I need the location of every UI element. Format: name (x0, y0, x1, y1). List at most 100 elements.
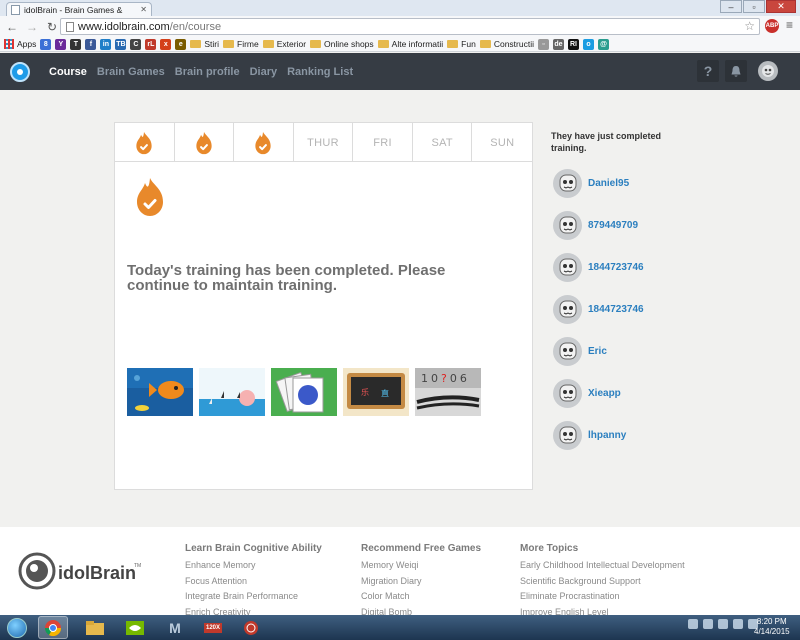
bookmark-site[interactable]: f (85, 38, 97, 50)
back-icon[interactable]: ← (6, 20, 18, 34)
file-explorer-icon[interactable] (80, 616, 110, 639)
footer-link[interactable]: Enhance Memory (185, 560, 322, 576)
volume-icon[interactable] (733, 619, 743, 629)
reload-icon[interactable]: ↻ (46, 20, 58, 34)
nav-link-brain-profile[interactable]: Brain profile (175, 66, 240, 78)
footer-logo[interactable]: idolBrain TM (16, 551, 146, 591)
color-cards-game-thumbnail[interactable] (271, 368, 337, 416)
footer-link[interactable]: Early Childhood Intellectual Development (520, 560, 685, 576)
120x-app-icon[interactable]: 120X (198, 616, 228, 639)
maximize-icon[interactable]: ▫ (743, 0, 765, 13)
day-label: THUR (294, 123, 354, 162)
address-bar[interactable]: www.idolbrain.com/en/course ☆ (60, 18, 760, 35)
main-nav: Course Brain Games Brain profile Diary Ranki… (49, 53, 353, 90)
bookmark-site[interactable]: C (130, 38, 142, 50)
user-name-link[interactable]: lhpanny (588, 430, 626, 441)
footer-link[interactable]: Color Match (361, 591, 481, 607)
user-name-link[interactable]: 1844723746 (588, 304, 644, 315)
recent-user-row: 1844723746 (553, 246, 644, 288)
bookmark-apps[interactable]: Apps (4, 39, 36, 49)
recent-user-list: Daniel95 879449709 1844723746 1844723746 Eri… (553, 162, 644, 456)
bookmark-site[interactable]: o (582, 38, 594, 50)
footer-link[interactable]: Eliminate Procrastination (520, 591, 685, 607)
nvidia-icon[interactable] (120, 616, 150, 639)
fish-game-thumbnail[interactable] (127, 368, 193, 416)
site-favicon-icon: ▫ (537, 38, 549, 50)
user-avatar-icon[interactable] (553, 336, 582, 366)
notification-bell-icon[interactable] (725, 60, 747, 82)
user-avatar-icon[interactable] (553, 210, 582, 240)
user-name-link[interactable]: 879449709 (588, 220, 638, 231)
browser-tab[interactable]: idolBrain - Brain Games & ✕ (6, 2, 152, 16)
globe-app-icon[interactable] (236, 616, 266, 639)
user-avatar-icon[interactable] (553, 378, 582, 408)
user-name-link[interactable]: Daniel95 (588, 178, 629, 189)
user-avatar-icon[interactable] (553, 252, 582, 282)
bookmark-site[interactable]: 8 (40, 38, 52, 50)
site-favicon-icon: T (70, 38, 82, 50)
bookmark-site[interactable]: Y (55, 38, 67, 50)
tab-close-icon[interactable]: ✕ (140, 5, 147, 14)
bookmark-folder[interactable]: Alte informatii (377, 39, 443, 49)
bookmark-folder[interactable]: Fun (447, 39, 476, 49)
boats-game-thumbnail[interactable] (199, 368, 265, 416)
user-name-link[interactable]: 1844723746 (588, 262, 644, 273)
site-footer: idolBrain TM Learn Brain Cognitive Abili… (0, 527, 800, 617)
window-close-icon[interactable]: ✕ (766, 0, 796, 13)
bookmark-folder[interactable]: Online shops (310, 39, 374, 49)
bookmark-star-icon[interactable]: ☆ (744, 19, 755, 33)
bookmark-folder[interactable]: Firme (223, 39, 259, 49)
site-favicon-icon: C (130, 38, 142, 50)
bookmark-site[interactable]: RI (567, 38, 579, 50)
nav-link-course[interactable]: Course (49, 66, 87, 78)
footer-link[interactable]: Migration Diary (361, 576, 481, 592)
footer-heading: More Topics (520, 543, 579, 554)
user-avatar-icon[interactable] (553, 420, 582, 450)
adblock-icon[interactable]: ABP (765, 19, 779, 33)
user-name-link[interactable]: Xieapp (588, 388, 621, 399)
bookmark-folder[interactable]: Constructii (479, 39, 534, 49)
user-avatar[interactable] (758, 61, 778, 81)
folder-icon (310, 40, 322, 48)
tray-icon[interactable] (703, 619, 713, 629)
bookmark-site[interactable]: e (175, 38, 187, 50)
forward-icon[interactable]: → (26, 20, 38, 34)
bookmark-site[interactable]: TB (115, 38, 127, 50)
svg-text:10?06: 10?06 (421, 372, 470, 385)
bookmark-site[interactable]: x (160, 38, 172, 50)
user-avatar-icon[interactable] (553, 294, 582, 324)
browser-menu-icon[interactable]: ≡ (786, 18, 793, 32)
footer-heading: Learn Brain Cognitive Ability (185, 543, 322, 554)
footer-link[interactable]: Focus Attention (185, 576, 322, 592)
nav-link-diary[interactable]: Diary (250, 66, 278, 78)
help-icon[interactable]: ? (697, 60, 719, 82)
user-name-link[interactable]: Eric (588, 346, 607, 357)
site-logo-icon[interactable] (10, 62, 30, 82)
site-header: Course Brain Games Brain profile Diary Ranki… (0, 53, 800, 90)
bookmark-folder[interactable]: Stiri (190, 39, 219, 49)
chrome-taskbar-icon[interactable] (38, 616, 68, 639)
system-clock[interactable]: 8:20 PM 4/14/2015 (754, 617, 790, 637)
bookmark-site[interactable]: in (100, 38, 112, 50)
tab-title: idolBrain - Brain Games & (24, 4, 123, 15)
bookmark-site[interactable]: de (552, 38, 564, 50)
bookmark-label: Apps (17, 39, 37, 49)
chalkboard-game-thumbnail[interactable]: 乐 直 (343, 368, 409, 416)
bookmark-site[interactable]: @ (597, 38, 609, 50)
bookmark-site[interactable]: ▫ (537, 38, 549, 50)
minimize-icon[interactable]: – (720, 0, 742, 13)
footer-link[interactable]: Scientific Background Support (520, 576, 685, 592)
footer-link[interactable]: Integrate Brain Performance (185, 591, 322, 607)
nav-link-brain-games[interactable]: Brain Games (97, 66, 165, 78)
number-memory-game-thumbnail[interactable]: 10?06 (415, 368, 481, 416)
m-app-icon[interactable]: M (160, 616, 190, 639)
user-avatar-icon[interactable] (553, 168, 582, 198)
nav-link-ranking-list[interactable]: Ranking List (287, 66, 353, 78)
footer-link[interactable]: Memory Weiqi (361, 560, 481, 576)
start-button[interactable] (3, 615, 31, 640)
bookmark-site[interactable]: rL (145, 38, 157, 50)
network-icon[interactable] (718, 619, 728, 629)
bookmark-folder[interactable]: Exterior (262, 39, 306, 49)
tray-icon[interactable] (688, 619, 698, 629)
bookmark-site[interactable]: T (70, 38, 82, 50)
